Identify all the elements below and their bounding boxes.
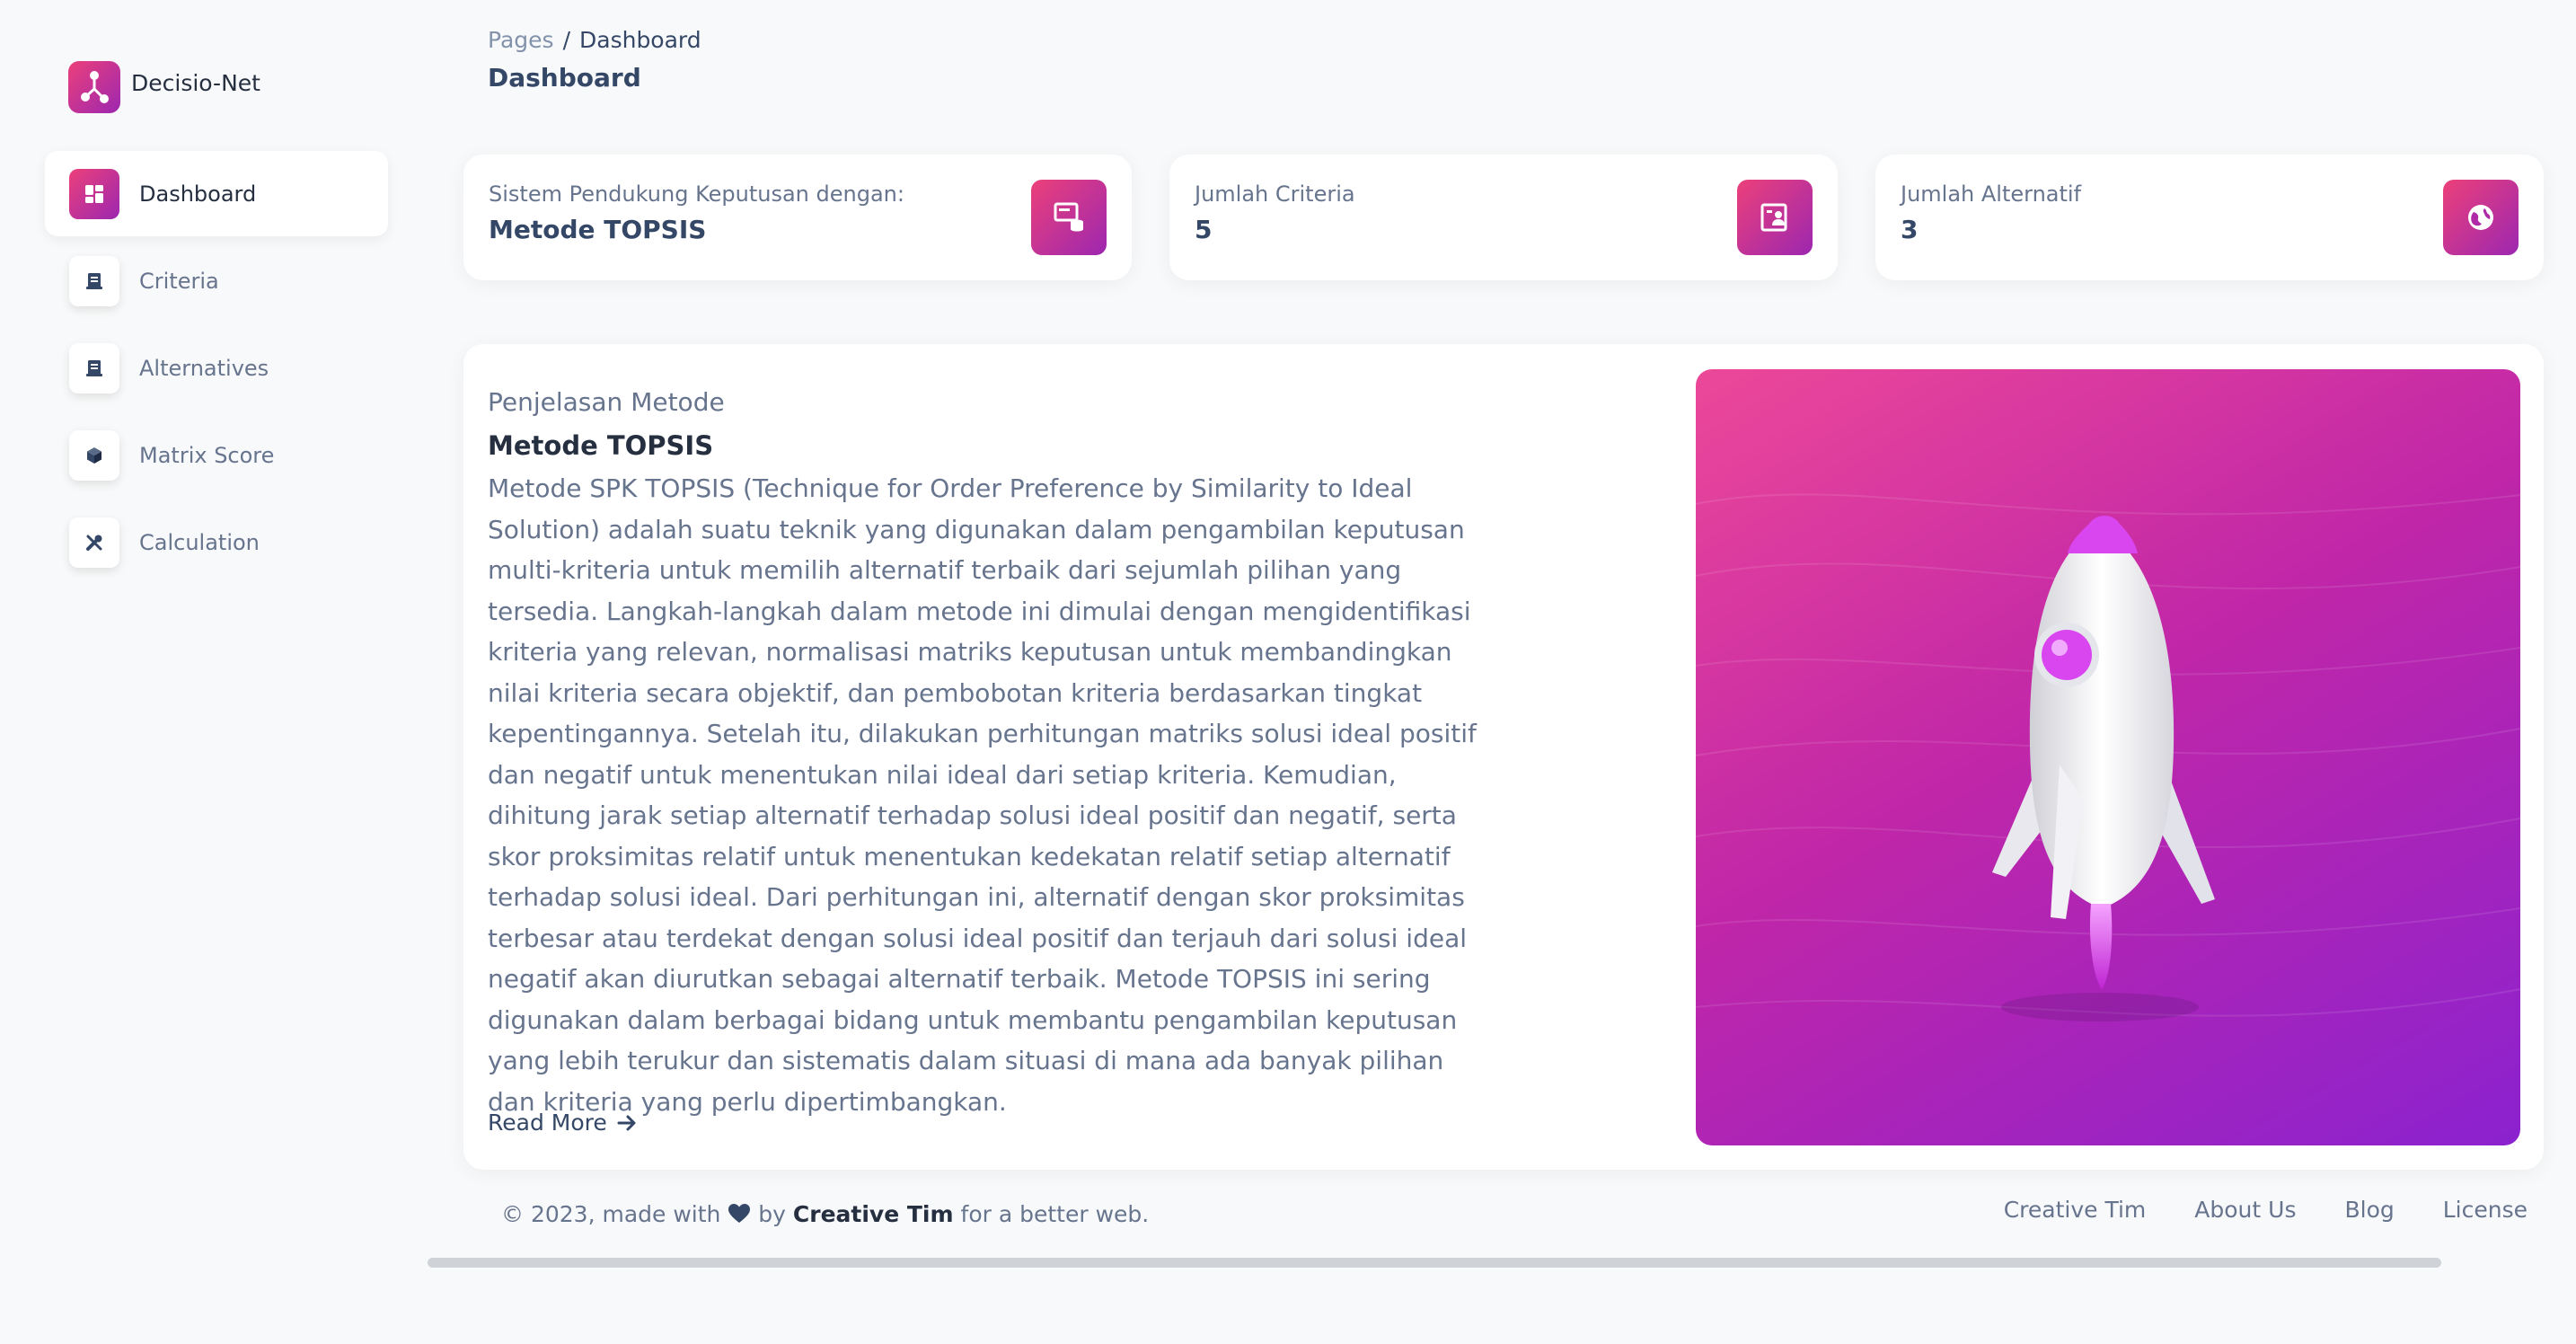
stat-label: Sistem Pendukung Keputusan dengan:	[489, 181, 904, 207]
footer-author-link[interactable]: Creative Tim	[793, 1201, 954, 1227]
brand-logo[interactable]	[68, 61, 120, 113]
sidebar-item-label: Criteria	[139, 268, 219, 294]
sidebar-item-dashboard[interactable]: Dashboard	[45, 151, 388, 236]
rocket-icon	[1992, 516, 2215, 989]
footer-copy-by: by	[758, 1201, 786, 1227]
network-icon	[81, 71, 109, 103]
sidebar-item-alternatives[interactable]: Alternatives	[45, 325, 388, 411]
breadcrumb-current: Dashboard	[579, 27, 701, 53]
stat-label: Jumlah Alternatif	[1901, 181, 2082, 207]
footer-link-blog[interactable]: Blog	[2344, 1197, 2394, 1223]
stat-card-alternatives: Jumlah Alternatif 3	[1875, 155, 2544, 280]
footer-links: Creative Tim About Us Blog License	[2004, 1197, 2527, 1223]
document-icon	[69, 255, 119, 306]
hero-illustration	[1696, 369, 2520, 1145]
section-subheading: Penjelasan Metode	[488, 387, 725, 417]
footer-copy-prefix: © 2023, made with	[501, 1201, 721, 1227]
breadcrumb: Pages / Dashboard	[488, 27, 701, 53]
footer-link-creative-tim[interactable]: Creative Tim	[2004, 1197, 2147, 1223]
read-more-link[interactable]: Read More	[488, 1110, 638, 1136]
arrow-right-icon	[617, 1115, 636, 1130]
tools-icon	[69, 517, 119, 568]
sidebar-item-criteria[interactable]: Criteria	[45, 238, 388, 323]
heart-icon	[728, 1204, 751, 1223]
footer-copy-suffix: for a better web.	[960, 1201, 1150, 1227]
dashboard-icon	[69, 168, 119, 219]
footer-copyright: © 2023, made with by Creative Tim for a …	[501, 1201, 1149, 1227]
breadcrumb-separator: /	[562, 27, 570, 53]
breadcrumb-root[interactable]: Pages	[488, 27, 554, 53]
stat-value: 5	[1195, 215, 1213, 244]
read-more-label: Read More	[488, 1110, 607, 1136]
sidebar-item-calculation[interactable]: Calculation	[45, 500, 388, 585]
stat-card-method: Sistem Pendukung Keputusan dengan: Metod…	[463, 155, 1132, 280]
page-title: Dashboard	[488, 63, 641, 93]
brand-name[interactable]: Decisio-Net	[131, 70, 260, 96]
footer-link-about-us[interactable]: About Us	[2194, 1197, 2296, 1223]
method-description: Metode SPK TOPSIS (Technique for Order P…	[488, 473, 1477, 1117]
sidebar-item-matrix-score[interactable]: Matrix Score	[45, 412, 388, 498]
stat-label: Jumlah Criteria	[1195, 181, 1355, 207]
globe-icon	[2443, 180, 2519, 255]
database-icon	[1031, 180, 1107, 255]
sidebar-item-label: Alternatives	[139, 355, 269, 381]
method-card: Penjelasan Metode Metode TOPSIS Metode S…	[463, 344, 2544, 1170]
horizontal-scrollbar[interactable]	[428, 1258, 2441, 1268]
sidebar-item-label: Matrix Score	[139, 442, 275, 468]
user-card-icon	[1737, 180, 1813, 255]
method-title: Metode TOPSIS	[488, 430, 714, 461]
sidebar-item-label: Calculation	[139, 529, 260, 555]
cube-icon	[69, 429, 119, 481]
stat-card-criteria: Jumlah Criteria 5	[1169, 155, 1838, 280]
document-icon	[69, 342, 119, 393]
stat-value: Metode TOPSIS	[489, 215, 707, 244]
footer-link-license[interactable]: License	[2443, 1197, 2527, 1223]
sidebar-item-label: Dashboard	[139, 181, 257, 207]
stat-value: 3	[1901, 215, 1919, 244]
